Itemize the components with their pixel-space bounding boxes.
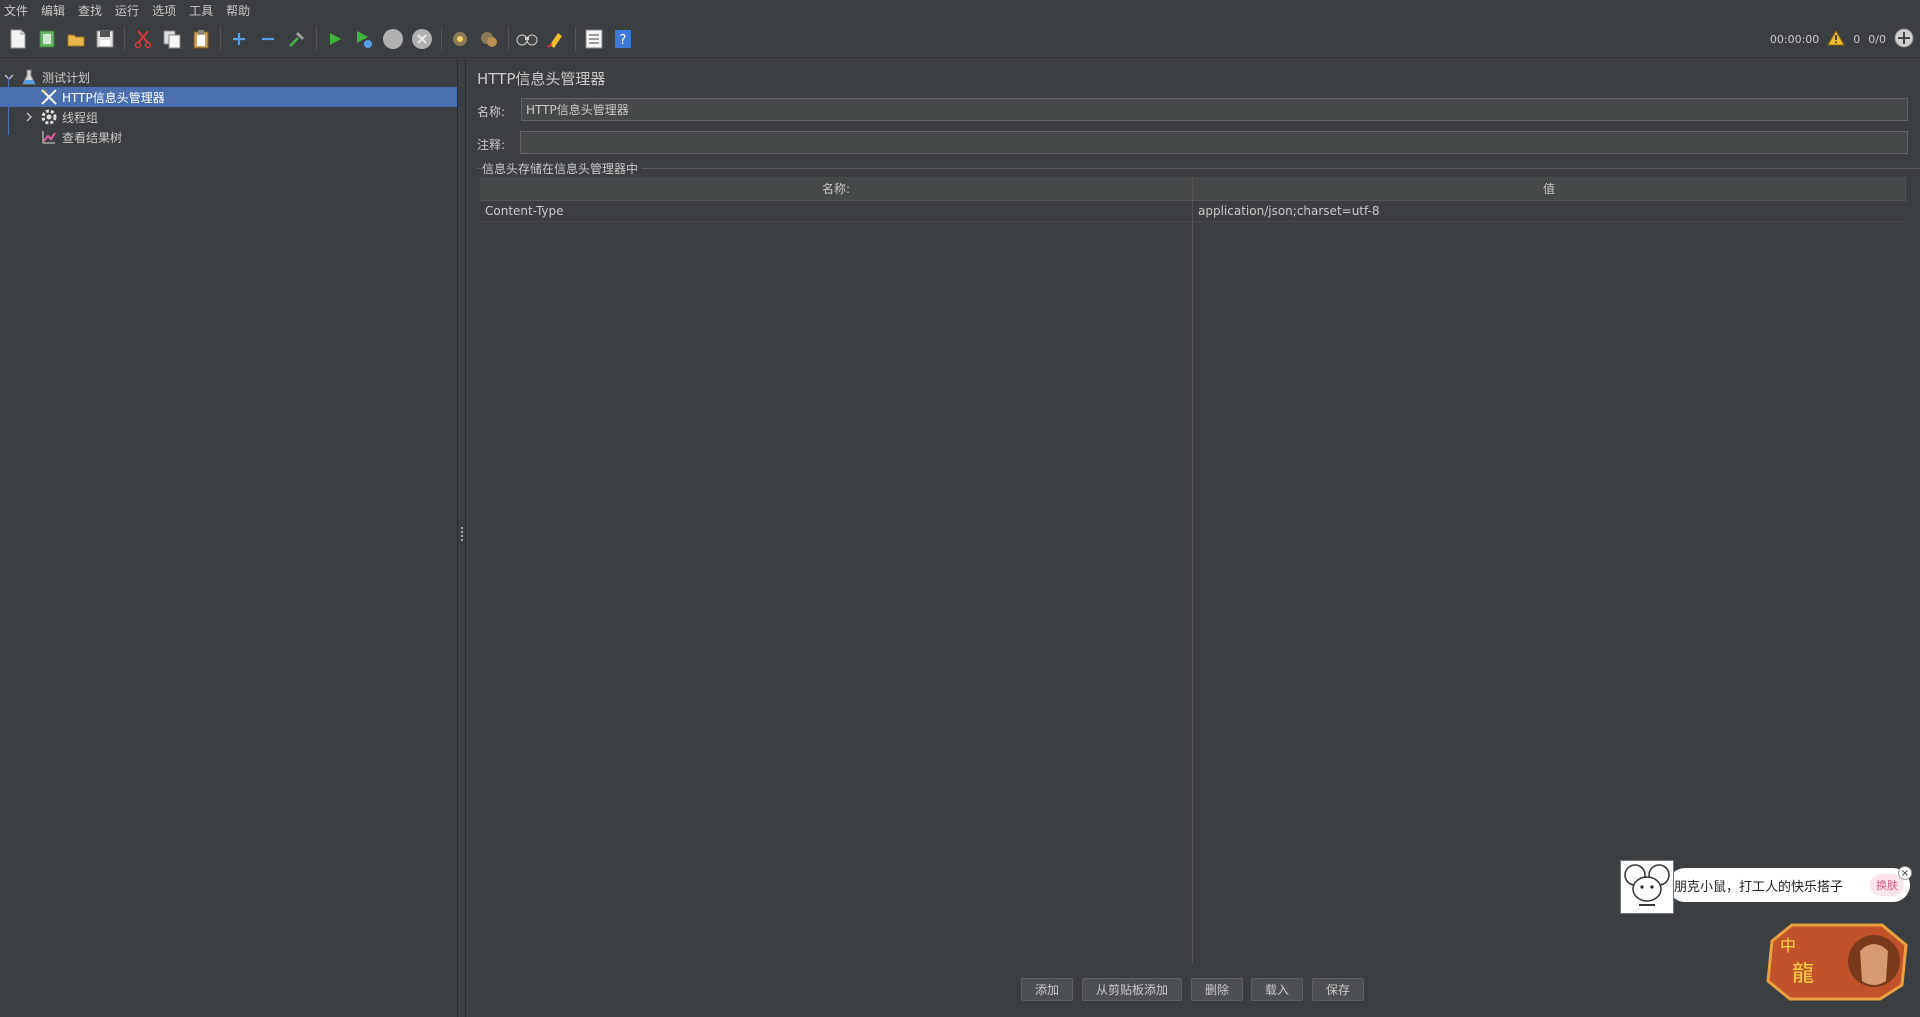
comment-label: 注释: (477, 138, 506, 152)
table-cell-value[interactable]: application/json;charset=utf-8 (1193, 201, 1906, 222)
menu-file[interactable]: 文件 (4, 2, 37, 19)
copy-icon[interactable] (160, 27, 184, 51)
save-button[interactable]: 保存 (1312, 978, 1364, 1001)
test-plan-tree: 测试计划 HTTP信息头管理器 线程组 查看结果树 (0, 59, 457, 1017)
headers-table: 名称: 值 Content-Type application/json;char… (480, 177, 1906, 964)
help-icon[interactable]: ? (611, 27, 635, 51)
collapse-icon[interactable] (256, 27, 280, 51)
expand-chevron-icon[interactable] (24, 111, 34, 125)
clear-icon[interactable] (448, 27, 472, 51)
cut-icon[interactable] (131, 27, 155, 51)
tree-item-test-plan[interactable]: 测试计划 (0, 67, 457, 87)
header-manager-icon (40, 88, 58, 109)
toolbar-separator (441, 26, 442, 51)
results-tree-icon (42, 130, 56, 147)
stop-icon[interactable] (381, 27, 405, 51)
toggle-icon[interactable] (285, 27, 309, 51)
reset-search-icon[interactable] (544, 27, 568, 51)
templates-icon[interactable] (35, 27, 59, 51)
delete-button[interactable]: 删除 (1191, 978, 1243, 1001)
test-plan-icon (22, 69, 36, 88)
tree-item-label: 测试计划 (42, 70, 91, 85)
group-title: 信息头存储在信息头管理器中 (482, 160, 643, 177)
splitter-grip-icon[interactable] (461, 527, 463, 541)
column-header-value[interactable]: 值 (1193, 177, 1906, 201)
panel-title: HTTP信息头管理器 (477, 70, 606, 88)
group-border (476, 168, 1920, 169)
tree-item-label: 查看结果树 (62, 130, 123, 145)
toolbar-separator (124, 26, 125, 51)
toolbar: ? 00:00:00 0 0/0 (0, 20, 1920, 58)
open-icon[interactable] (64, 27, 88, 51)
start-icon[interactable] (323, 27, 347, 51)
add-button[interactable]: 添加 (1021, 978, 1073, 1001)
save-icon[interactable] (93, 27, 117, 51)
name-field[interactable] (521, 98, 1908, 121)
new-icon[interactable] (6, 27, 30, 51)
toolbar-separator (220, 26, 221, 51)
svg-text:中: 中 (1780, 936, 1796, 955)
expand-chevron-icon[interactable] (4, 71, 14, 85)
popup-bubble: 朋克小鼠，打工人的快乐搭子 换肤 × (1668, 866, 1912, 902)
table-cell-name[interactable]: Content-Type (480, 201, 1192, 222)
column-header-name[interactable]: 名称: (480, 177, 1193, 201)
menu-bar: 文件 编辑 查找 运行 选项 工具 帮助 (0, 0, 1920, 20)
svg-text:?: ? (620, 33, 627, 48)
elapsed-timer: 00:00:00 (1769, 32, 1820, 46)
menu-run[interactable]: 运行 (115, 2, 148, 19)
clear-all-icon[interactable] (477, 27, 501, 51)
menu-search[interactable]: 查找 (78, 2, 111, 19)
shutdown-icon[interactable] (410, 27, 434, 51)
promo-badge-image[interactable]: 中 龍 (1762, 921, 1912, 1001)
toolbar-separator (575, 26, 576, 51)
popup-message: 朋克小鼠，打工人的快乐搭子 (1674, 879, 1844, 895)
tree-item-thread-group[interactable]: 线程组 (0, 107, 457, 127)
toolbar-status: 00:00:00 0 0/0 (1770, 20, 1914, 58)
search-icon[interactable] (515, 27, 539, 51)
warning-icon[interactable] (1827, 29, 1846, 49)
close-icon[interactable]: × (1898, 866, 1912, 880)
remote-start-icon[interactable] (1894, 28, 1914, 51)
paste-icon[interactable] (189, 27, 213, 51)
active-threads: 0/0 (1868, 32, 1886, 46)
column-divider (1192, 201, 1193, 964)
name-label: 名称: (477, 105, 506, 119)
menu-help[interactable]: 帮助 (226, 2, 259, 19)
comment-field[interactable] (520, 131, 1908, 154)
tree-item-results-tree[interactable]: 查看结果树 (0, 127, 457, 147)
tree-item-header-manager[interactable]: HTTP信息头管理器 (0, 87, 457, 107)
menu-edit[interactable]: 编辑 (41, 2, 74, 19)
add-from-clipboard-button[interactable]: 从剪贴板添加 (1082, 978, 1182, 1001)
thread-group-icon (40, 108, 58, 129)
panel-splitter[interactable] (457, 59, 466, 1017)
svg-text:龍: 龍 (1792, 962, 1814, 987)
tree-item-label: HTTP信息头管理器 (62, 90, 165, 105)
menu-tools[interactable]: 工具 (189, 2, 222, 19)
function-helper-icon[interactable] (582, 27, 606, 51)
load-button[interactable]: 载入 (1251, 978, 1303, 1001)
start-no-pause-icon[interactable] (352, 27, 376, 51)
expand-icon[interactable] (227, 27, 251, 51)
menu-options[interactable]: 选项 (152, 2, 185, 19)
desktop-pet-popup: 朋克小鼠，打工人的快乐搭子 换肤 × (1620, 860, 1912, 914)
mouse-avatar-icon[interactable] (1620, 860, 1674, 914)
warning-count: 0 (1853, 32, 1861, 46)
tree-item-label: 线程组 (62, 110, 99, 125)
toolbar-separator (508, 26, 509, 51)
toolbar-separator (316, 26, 317, 51)
